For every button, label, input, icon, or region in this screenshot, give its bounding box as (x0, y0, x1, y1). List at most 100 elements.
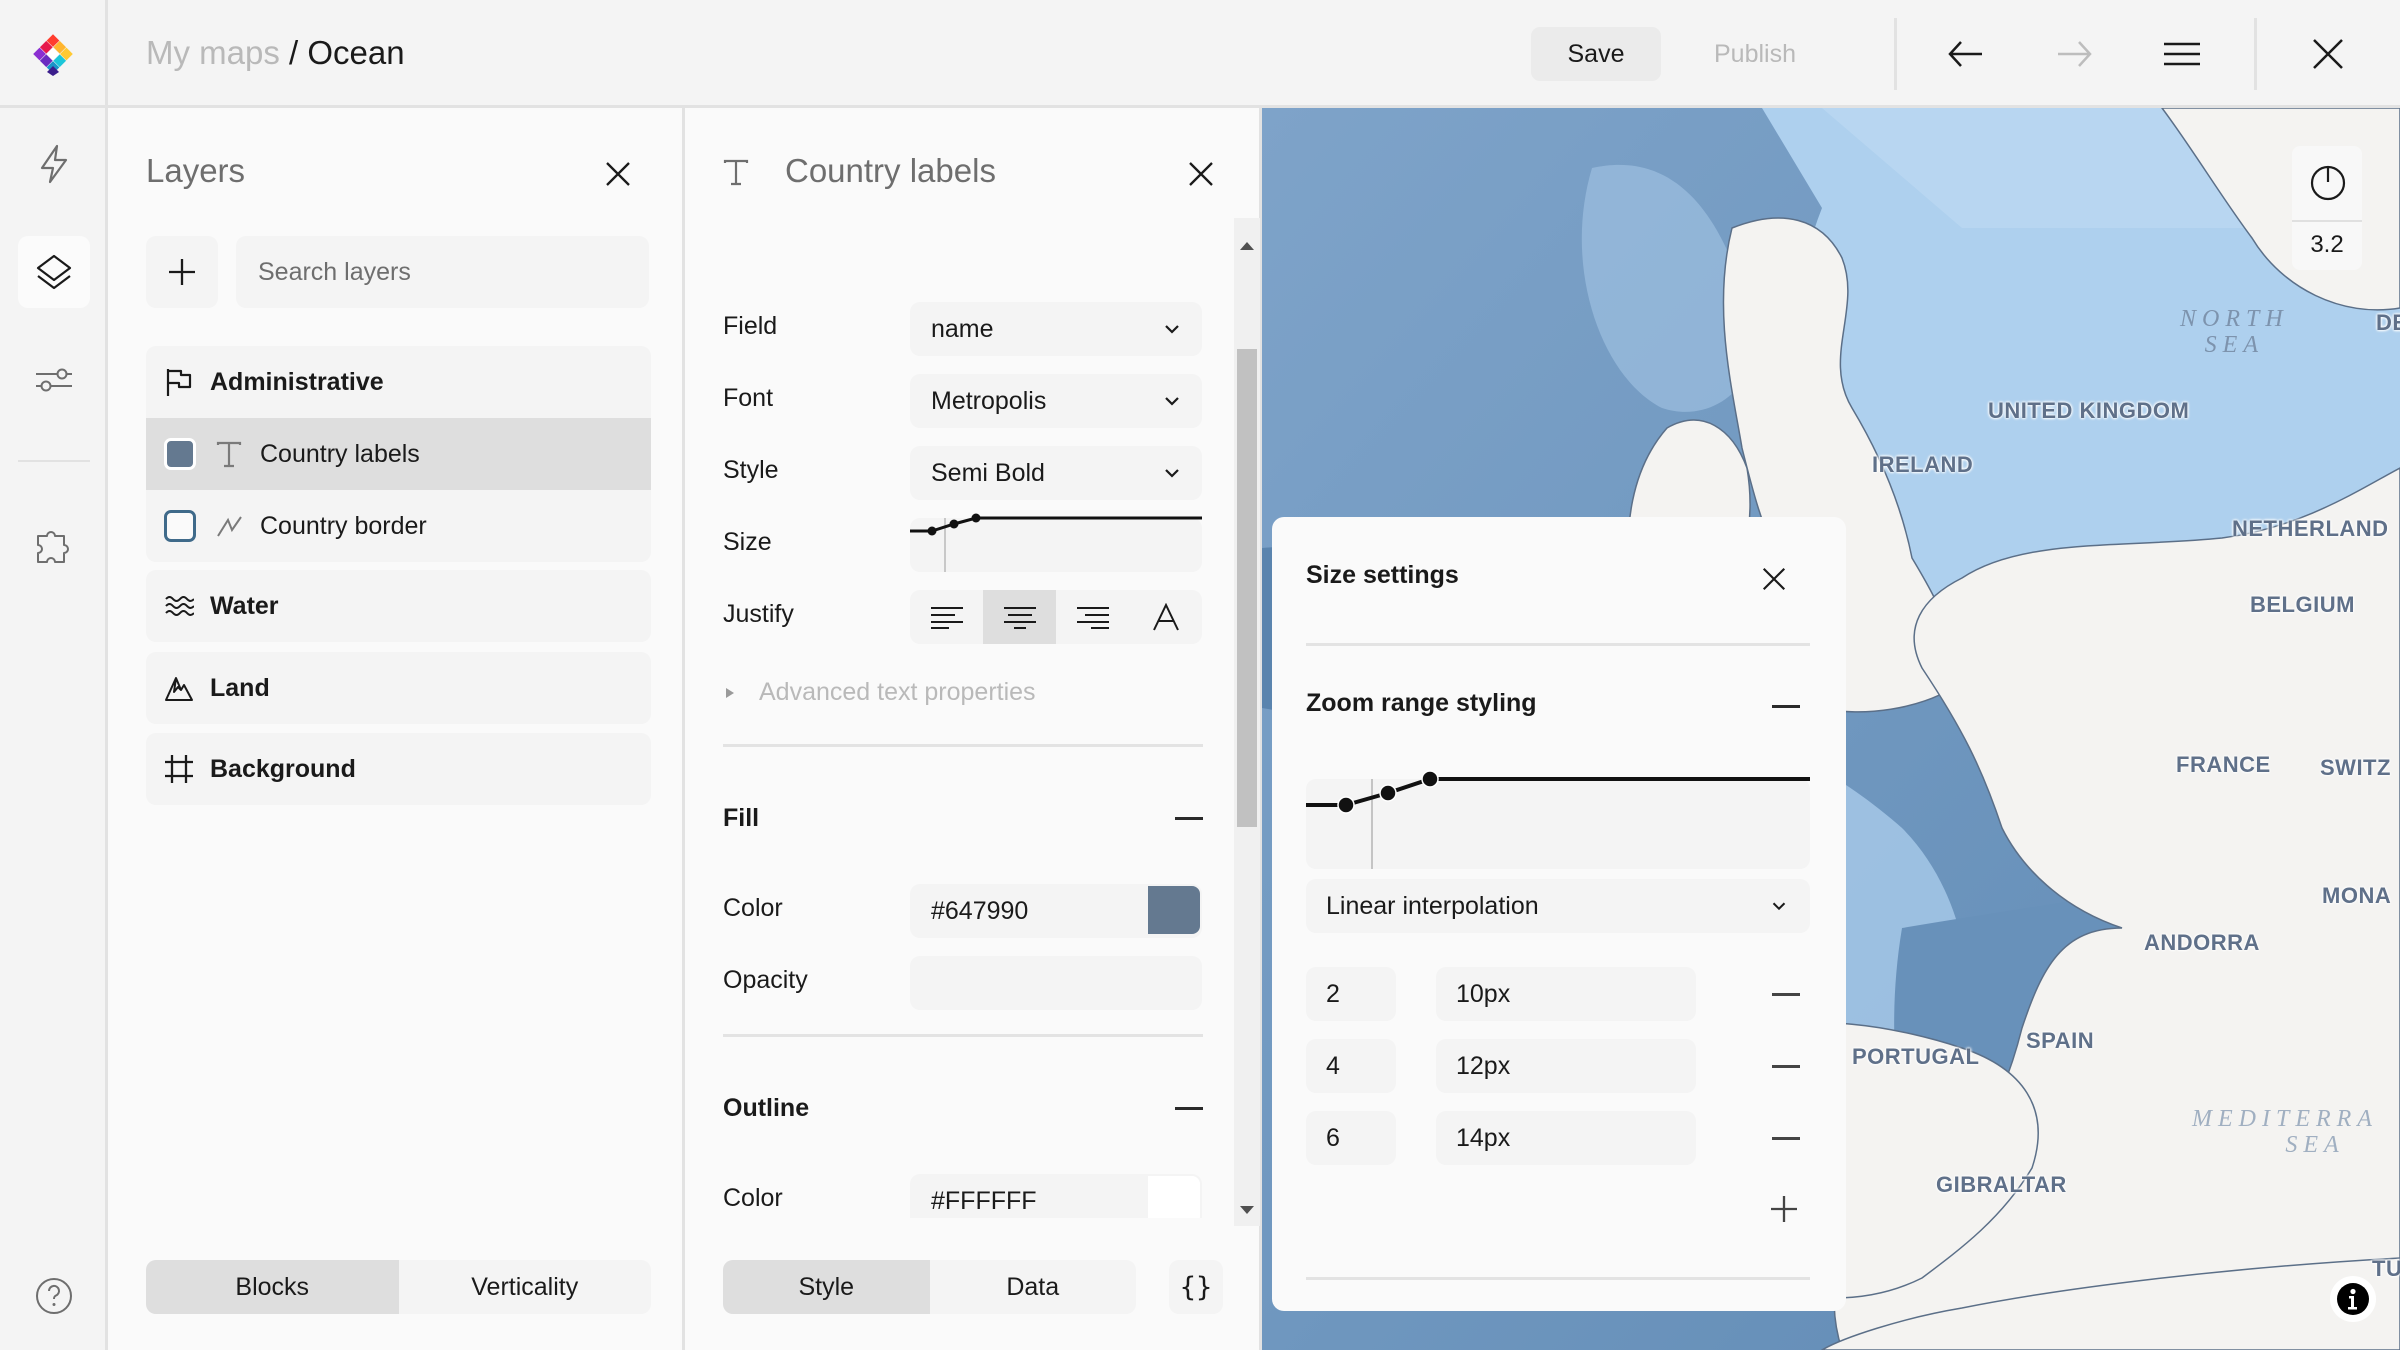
justify-right-button[interactable] (1056, 590, 1129, 644)
search-layers-input[interactable] (236, 236, 649, 308)
tab-style[interactable]: Style (723, 1260, 930, 1314)
layer-row-country-labels[interactable]: Country labels (146, 418, 651, 490)
map-label-portugal: PORTUGAL (1852, 1044, 1980, 1069)
add-stop-button[interactable] (1768, 1193, 1800, 1225)
json-editor-button[interactable]: {} (1169, 1260, 1223, 1314)
save-button[interactable]: Save (1531, 27, 1661, 81)
layer-group-header[interactable]: Water (146, 570, 651, 642)
mountain-icon (164, 673, 194, 703)
section-header-text[interactable]: Text (723, 218, 773, 225)
collapse-outline-section[interactable] (1175, 1107, 1203, 1110)
plus-icon (169, 259, 195, 285)
remove-stop-button[interactable] (1772, 1065, 1800, 1068)
breadcrumb-parent[interactable]: My maps (146, 34, 280, 71)
tab-data[interactable]: Data (930, 1260, 1137, 1314)
size-settings-popup: Size settings Zoom range styling Linear … (1272, 517, 1846, 1311)
style-data-tabs: Style Data (723, 1260, 1136, 1314)
outline-color-input[interactable]: #FFFFFF (910, 1174, 1202, 1218)
layer-row-country-border[interactable]: Country border (146, 490, 651, 562)
layer-group-header[interactable]: Administrative (146, 346, 651, 418)
reset-north-button[interactable] (2309, 163, 2347, 201)
justify-label: Justify (723, 600, 794, 628)
scrollbar-thumb[interactable] (1237, 349, 1257, 827)
section-header-fill[interactable]: Fill (723, 804, 759, 833)
interpolation-value: Linear interpolation (1326, 891, 1539, 920)
stop-zoom-input[interactable]: 4 (1306, 1039, 1396, 1093)
remove-stop-button[interactable] (1772, 1137, 1800, 1140)
map-label-ireland: IRELAND (1872, 452, 1974, 477)
layer-group-header[interactable]: Land (146, 652, 651, 724)
rail-quick-actions[interactable] (18, 128, 90, 200)
layers-panel: Layers Administrative Country labels Cou… (108, 108, 685, 1350)
properties-panel-title: Country labels (785, 152, 996, 189)
curve-stop-point[interactable] (1337, 796, 1355, 814)
outline-color-swatch[interactable] (1148, 1176, 1200, 1218)
style-select-value: Semi Bold (931, 458, 1045, 487)
curve-stop-point[interactable] (949, 519, 959, 529)
remove-stop-button[interactable] (1772, 993, 1800, 996)
layer-visibility-checkbox[interactable] (164, 510, 196, 542)
opacity-input[interactable] (910, 956, 1202, 1010)
map-info-button[interactable] (2330, 1276, 2376, 1322)
justify-center-button[interactable] (983, 590, 1056, 644)
undo-button[interactable] (1942, 30, 1990, 78)
view-toggle-blocks[interactable]: Blocks (146, 1260, 399, 1314)
info-icon (2337, 1283, 2369, 1315)
stop-size-input[interactable]: 12px (1436, 1039, 1696, 1093)
scroll-up-arrow[interactable] (1240, 242, 1254, 250)
close-properties-button[interactable] (1181, 154, 1221, 194)
font-select[interactable]: Metropolis (910, 374, 1202, 428)
text-icon (214, 439, 244, 469)
curve-stop-point[interactable] (1379, 784, 1397, 802)
line-icon (214, 511, 244, 541)
stop-zoom-input[interactable]: 6 (1306, 1111, 1396, 1165)
field-select[interactable]: name (910, 302, 1202, 356)
justify-auto-button[interactable] (1129, 590, 1202, 644)
collapse-zoom-range-button[interactable] (1772, 705, 1800, 708)
rail-settings[interactable] (18, 344, 90, 416)
layers-panel-title: Layers (146, 152, 246, 189)
fill-color-swatch[interactable] (1148, 886, 1200, 934)
logo[interactable] (0, 0, 108, 108)
puzzle-icon (37, 531, 69, 563)
advanced-text-properties-toggle[interactable]: Advanced text properties (723, 678, 1036, 707)
stop-size-input[interactable]: 14px (1436, 1111, 1696, 1165)
size-label: Size (723, 528, 772, 556)
curve-stop-point[interactable] (1421, 770, 1439, 788)
map-label-monaco: MONA (2322, 883, 2392, 908)
view-toggle-verticality[interactable]: Verticality (399, 1260, 652, 1314)
size-zoom-curve[interactable] (910, 513, 1202, 572)
close-popup-button[interactable] (1754, 559, 1794, 599)
zoom-curve-editor[interactable] (1306, 770, 1810, 869)
close-icon (1762, 567, 1786, 591)
stop-zoom-input[interactable]: 2 (1306, 967, 1396, 1021)
close-layers-button[interactable] (598, 154, 638, 194)
rail-layers[interactable] (18, 236, 90, 308)
layer-group-header[interactable]: Background (146, 733, 651, 805)
align-right-icon (1076, 607, 1109, 629)
scroll-down-arrow[interactable] (1240, 1206, 1254, 1214)
menu-button[interactable] (2158, 30, 2206, 78)
top-bar: My maps / Ocean Save Publish (0, 0, 2400, 108)
curve-stop-point[interactable] (971, 513, 981, 523)
add-layer-button[interactable] (146, 236, 218, 308)
help-button[interactable] (18, 1260, 90, 1332)
stop-size-input[interactable]: 10px (1436, 967, 1696, 1021)
collapse-fill-section[interactable] (1175, 817, 1203, 820)
publish-button[interactable]: Publish (1690, 27, 1820, 81)
waves-icon (164, 591, 194, 621)
divider (1894, 18, 1897, 90)
layer-visibility-checkbox[interactable] (164, 438, 196, 470)
fill-color-input[interactable]: #647990 (910, 884, 1202, 938)
close-editor-button[interactable] (2304, 30, 2352, 78)
compass-icon (2310, 165, 2346, 201)
interpolation-select[interactable]: Linear interpolation (1306, 879, 1810, 933)
section-header-outline[interactable]: Outline (723, 1094, 809, 1123)
layer-group-label: Water (210, 591, 279, 620)
properties-scrollbar[interactable] (1234, 218, 1260, 1226)
redo-button[interactable] (2050, 30, 2098, 78)
curve-stop-point[interactable] (927, 526, 937, 536)
justify-left-button[interactable] (910, 590, 983, 644)
rail-plugins[interactable] (18, 508, 90, 580)
style-select[interactable]: Semi Bold (910, 446, 1202, 500)
